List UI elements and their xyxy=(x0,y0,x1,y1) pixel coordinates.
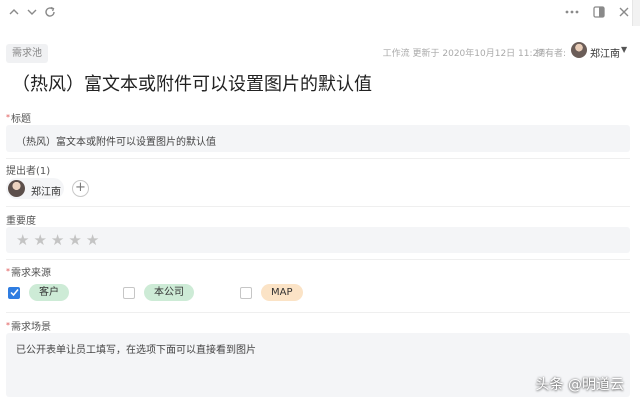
star-icon[interactable]: ★ xyxy=(51,232,64,248)
checkbox-checked[interactable] xyxy=(8,286,20,299)
more-icon[interactable] xyxy=(564,4,580,20)
field-label-source: *需求来源 xyxy=(6,264,51,279)
divider xyxy=(6,158,630,159)
importance-rating[interactable] xyxy=(6,227,630,253)
submitter-name: 郑江南 xyxy=(31,187,61,198)
window-edge xyxy=(632,0,640,26)
checkbox[interactable] xyxy=(123,286,135,299)
star-icon[interactable]: ★ xyxy=(86,232,99,248)
option-pill: 本公司 xyxy=(144,284,194,301)
checkbox[interactable] xyxy=(240,286,252,299)
avatar xyxy=(8,180,25,197)
chevron-up-icon[interactable] xyxy=(6,4,22,20)
title-input[interactable]: （热风）富文本或附件可以设置图片的默认值 xyxy=(6,125,630,152)
field-label-text: 需求来源 xyxy=(11,268,51,279)
field-label-importance: 重要度 xyxy=(6,216,36,227)
owner-name[interactable]: 郑江南 xyxy=(590,45,620,60)
option-pill: MAP xyxy=(261,284,303,301)
chevron-down-icon[interactable] xyxy=(24,4,40,20)
field-label-text: 标题 xyxy=(11,114,31,125)
status-tag[interactable]: 需求池 xyxy=(6,44,48,63)
update-meta: 工作流 更新于 2020年10月12日 11:27 xyxy=(382,49,544,59)
field-label-scenario: *需求场景 xyxy=(6,318,51,333)
panel-toggle-icon[interactable] xyxy=(591,4,607,20)
caret-down-icon[interactable]: ▼ xyxy=(621,45,627,54)
source-option-company[interactable]: 本公司 xyxy=(123,284,194,301)
star-icon[interactable]: ★ xyxy=(68,232,81,248)
field-label-submitter: 提出者(1) xyxy=(6,166,51,177)
owner-label: 拥有者: xyxy=(536,49,567,59)
option-pill: 客户 xyxy=(29,284,69,301)
star-icon[interactable]: ★ xyxy=(16,232,29,248)
source-option-map[interactable]: MAP xyxy=(240,284,303,301)
required-mark: * xyxy=(6,321,10,330)
source-option-customer[interactable]: 客户 xyxy=(8,284,69,301)
star-rating[interactable]: ★ ★ ★ ★ ★ xyxy=(16,232,99,248)
refresh-icon[interactable] xyxy=(42,4,58,20)
page-title: （热风）富文本或附件可以设置图片的默认值 xyxy=(12,74,372,95)
field-label-text: 需求场景 xyxy=(11,322,51,333)
top-toolbar xyxy=(0,0,640,26)
divider xyxy=(6,312,630,313)
star-icon[interactable]: ★ xyxy=(33,232,46,248)
divider xyxy=(6,206,630,207)
title-value: （热风）富文本或附件可以设置图片的默认值 xyxy=(16,137,216,148)
field-label-title: *标题 xyxy=(6,110,31,125)
owner-avatar[interactable] xyxy=(571,42,587,58)
required-mark: * xyxy=(6,267,10,276)
divider xyxy=(6,259,630,260)
required-mark: * xyxy=(6,113,10,122)
add-submitter-button[interactable]: + xyxy=(72,180,89,197)
scenario-value: 已公开表单让员工填写，在选项下面可以直接看到图片 xyxy=(16,345,256,356)
watermark: 头条 @明道云 xyxy=(535,377,624,393)
close-icon[interactable] xyxy=(616,4,632,20)
